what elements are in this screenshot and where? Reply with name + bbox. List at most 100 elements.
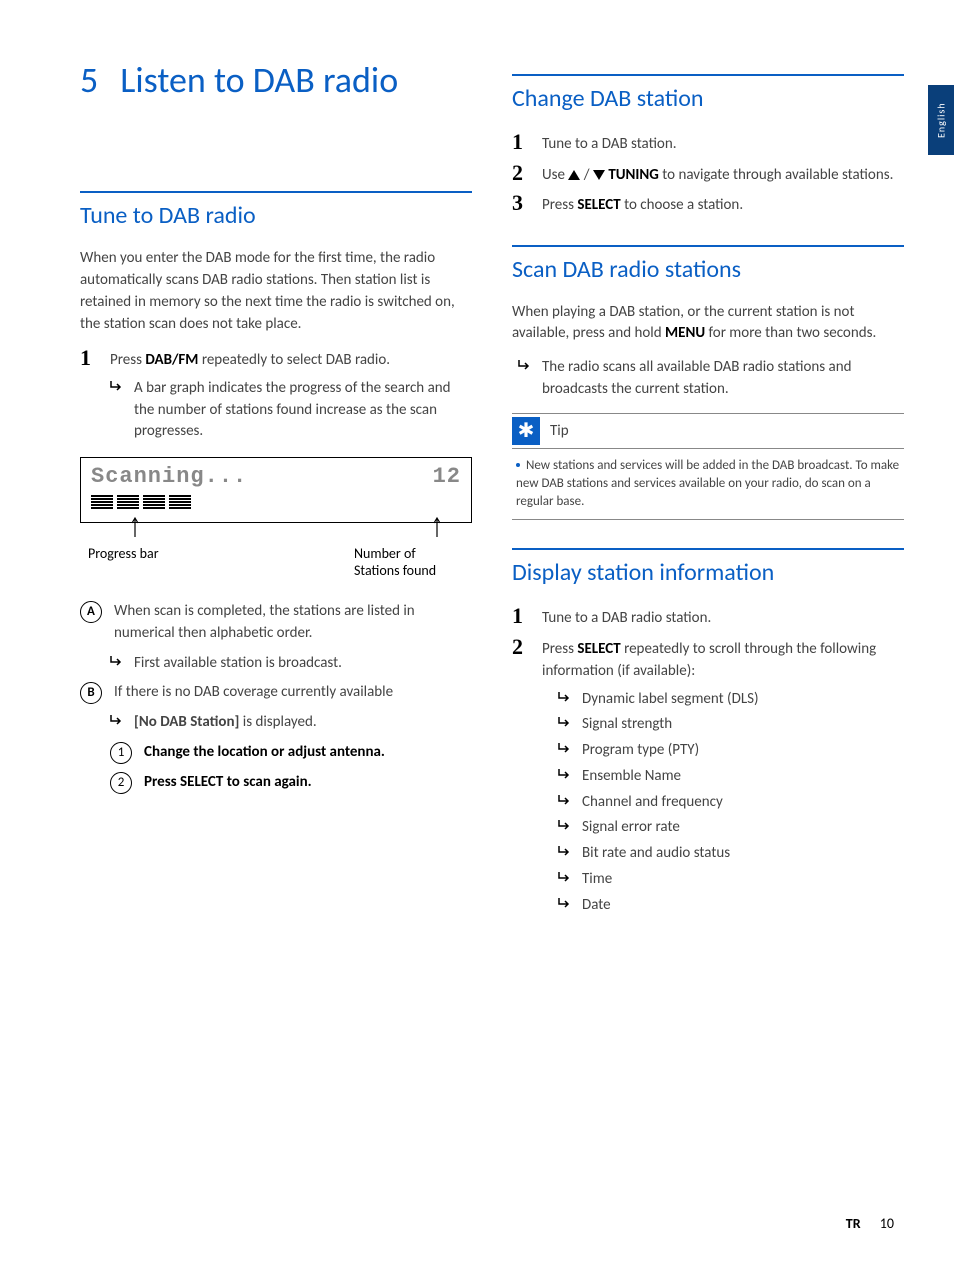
step-number: 3	[512, 192, 530, 217]
info-text: Channel and frequency	[582, 792, 723, 814]
label-progress: Progress bar	[88, 545, 159, 579]
section-intro: When playing a DAB station, or the curre…	[512, 302, 904, 346]
info-item: Channel and frequency	[558, 792, 904, 814]
result-item: The radio scans all available DAB radio …	[518, 357, 904, 401]
section-rule	[512, 548, 904, 550]
section-rule	[80, 191, 472, 193]
arrow-icon	[110, 378, 124, 443]
info-text: Ensemble Name	[582, 766, 681, 788]
info-item: Time	[558, 869, 904, 891]
lcd-figure: Scanning... 12 Progress bar Number of St…	[80, 457, 472, 579]
arrow-icon	[558, 843, 572, 865]
chapter-heading: 5 Listen to DAB radio	[80, 60, 472, 101]
letter-marker: A	[80, 601, 102, 623]
number-marker: 1	[110, 742, 132, 764]
chapter-title: Listen to DAB radio	[120, 60, 398, 101]
arrow-icon	[518, 357, 532, 401]
arrow-icon	[558, 689, 572, 711]
left-column: 5 Listen to DAB radio Tune to DAB radio …	[80, 60, 472, 944]
result-text: The radio scans all available DAB radio …	[542, 357, 904, 401]
outcome-b: B If there is no DAB coverage currently …	[80, 682, 472, 704]
result-item: A bar graph indicates the progress of th…	[110, 378, 472, 443]
tip-body: New stations and services will be added …	[512, 449, 904, 521]
outcome-text: When scan is completed, the stations are…	[114, 601, 472, 645]
result-item: First available station is broadcast.	[110, 653, 472, 675]
step-2: 2Press SELECT repeatedly to scroll throu…	[512, 636, 904, 683]
info-item: Bit rate and audio status	[558, 843, 904, 865]
step-1: 1 Tune to a DAB radio station.	[512, 605, 904, 630]
info-item: Signal strength	[558, 714, 904, 736]
outcome-text: If there is no DAB coverage currently av…	[114, 682, 393, 704]
section-intro: When you enter the DAB mode for the firs…	[80, 248, 472, 335]
substep-1: 1 Change the location or adjust antenna.	[110, 742, 472, 764]
chapter-number: 5	[80, 60, 98, 101]
number-marker: 2	[110, 772, 132, 794]
info-item: Program type (PTY)	[558, 740, 904, 762]
step-2: 2 Use / TUNING to navigate through availa…	[512, 162, 904, 187]
info-text: Signal strength	[582, 714, 672, 736]
section-tune: Tune to DAB radio When you enter the DAB…	[80, 191, 472, 794]
lcd-display: Scanning... 12	[80, 457, 472, 523]
arrow-icon	[110, 712, 124, 734]
result-item: [No DAB Station] is displayed.	[110, 712, 472, 734]
arrow-icon	[558, 792, 572, 814]
section-title: Tune to DAB radio	[80, 201, 472, 230]
arrow-icon	[558, 714, 572, 736]
info-item: Date	[558, 895, 904, 917]
arrow-icon	[110, 653, 124, 675]
section-change: Change DAB station 1 Tune to a DAB statio…	[512, 74, 904, 217]
page-content: 5 Listen to DAB radio Tune to DAB radio …	[0, 0, 954, 974]
section-rule	[512, 245, 904, 247]
lcd-count: 12	[433, 464, 461, 489]
result-text: [No DAB Station] is displayed.	[134, 712, 317, 734]
step-number: 1	[80, 347, 98, 372]
info-text: Program type (PTY)	[582, 740, 699, 762]
step-number: 2	[512, 162, 530, 187]
section-title: Scan DAB radio stations	[512, 255, 904, 284]
arrow-icon	[558, 740, 572, 762]
info-list: Dynamic label segment (DLS) Signal streng…	[512, 689, 904, 917]
info-item: Ensemble Name	[558, 766, 904, 788]
footer-code: TR	[846, 1215, 861, 1232]
section-title: Change DAB station	[512, 84, 904, 113]
arrow-icon	[558, 895, 572, 917]
step-text: Tune to a DAB radio station.	[542, 605, 711, 630]
lcd-scanning-text: Scanning...	[91, 464, 247, 489]
step-text: Press DAB/FM repeatedly to select DAB ra…	[110, 347, 390, 372]
pointer-arrow-icon	[130, 515, 140, 541]
pointer-arrow-icon	[432, 515, 442, 541]
arrow-icon	[558, 817, 572, 839]
info-text: Bit rate and audio status	[582, 843, 730, 865]
result-text: First available station is broadcast.	[134, 653, 342, 675]
page-footer: TR 10	[846, 1215, 894, 1232]
language-tab: English	[928, 85, 954, 155]
footer-page: 10	[880, 1215, 894, 1232]
step-number: 1	[512, 605, 530, 630]
info-item: Dynamic label segment (DLS)	[558, 689, 904, 711]
info-text: Signal error rate	[582, 817, 680, 839]
triangle-up-icon	[568, 170, 580, 180]
substep-text: Press SELECT to scan again.	[144, 772, 312, 794]
step-1: 1 Press DAB/FM repeatedly to select DAB …	[80, 347, 472, 372]
substep-text: Change the location or adjust antenna.	[144, 742, 385, 764]
outcome-a: A When scan is completed, the stations a…	[80, 601, 472, 645]
lcd-progress-bar	[91, 495, 461, 509]
step-text: Tune to a DAB station.	[542, 131, 677, 156]
section-title: Display station information	[512, 558, 904, 587]
triangle-down-icon	[593, 170, 605, 180]
letter-marker: B	[80, 682, 102, 704]
tip-title: Tip	[550, 422, 569, 440]
right-column: Change DAB station 1 Tune to a DAB statio…	[512, 60, 904, 944]
info-text: Time	[582, 869, 612, 891]
substep-2: 2 Press SELECT to scan again.	[110, 772, 472, 794]
step-text: Press SELECT to choose a station.	[542, 192, 743, 217]
step-number: 1	[512, 131, 530, 156]
info-text: Date	[582, 895, 611, 917]
step-1: 1 Tune to a DAB station.	[512, 131, 904, 156]
arrow-icon	[558, 766, 572, 788]
info-text: Dynamic label segment (DLS)	[582, 689, 759, 711]
label-found: Number of Stations found	[354, 545, 464, 579]
step-number: 2	[512, 636, 530, 683]
step-text: Use / TUNING to navigate through availab…	[542, 162, 893, 187]
step-3: 3 Press SELECT to choose a station.	[512, 192, 904, 217]
